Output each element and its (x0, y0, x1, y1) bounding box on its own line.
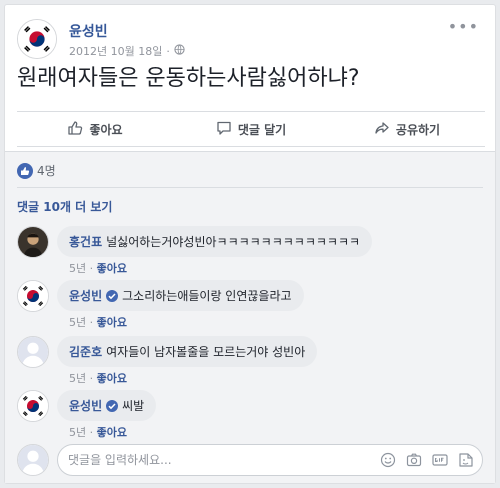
comment-text: 그소리하는애들이랑 인연끊을라고 (122, 289, 292, 303)
verified-icon (106, 400, 119, 412)
footer-separator: · (89, 426, 94, 439)
post-card: 윤성빈 2012년 10월 18일 · ••• 원래여자들은 운동하는사람싫어하… (4, 4, 496, 484)
meta-separator: · (166, 44, 170, 58)
comment-bubble: 윤성빈 그소리하는애들이랑 인연끊을라고 (57, 280, 304, 311)
divider (17, 187, 483, 188)
comment-time[interactable]: 5년 (69, 316, 86, 329)
share-icon (374, 120, 390, 139)
comment-bubble: 김준호 여자들이 남자볼줄을 모르는거야 성빈아 (57, 336, 318, 367)
like-button[interactable]: 좋아요 (17, 112, 173, 146)
footer-separator: · (89, 316, 94, 329)
gif-icon[interactable] (432, 452, 448, 468)
avatar[interactable] (17, 226, 49, 258)
commenter-name[interactable]: 윤성빈 (69, 289, 102, 303)
avatar (17, 444, 49, 476)
commenter-name[interactable]: 윤성빈 (69, 399, 102, 413)
reaction-summary[interactable]: 4명 (17, 162, 56, 179)
footer-separator: · (89, 262, 94, 275)
post-text: 원래여자들은 운동하는사람싫어하냐? (17, 66, 360, 91)
comment-time[interactable]: 5년 (69, 262, 86, 275)
view-more-comments-link[interactable]: 댓글 10개 더 보기 (17, 198, 112, 215)
verified-icon (106, 290, 119, 302)
avatar[interactable] (17, 336, 49, 368)
globe-icon[interactable] (174, 44, 185, 58)
comment-like-link[interactable]: 좋아요 (97, 262, 127, 275)
reaction-count: 4명 (37, 164, 56, 178)
reply-composer (17, 444, 483, 476)
comment-like-link[interactable]: 좋아요 (97, 316, 127, 329)
korean-flag-avatar-image (18, 391, 48, 421)
post-author-name[interactable]: 윤성빈 (69, 21, 108, 41)
default-avatar-image (18, 337, 48, 367)
avatar[interactable] (17, 19, 57, 59)
comment-time[interactable]: 5년 (69, 426, 86, 439)
korean-flag-avatar-image (18, 20, 56, 58)
comment-footer: 5년 · 좋아요 (69, 370, 127, 386)
comment-text: 여자들이 남자볼줄을 모르는거야 성빈아 (106, 345, 306, 359)
avatar[interactable] (17, 280, 49, 312)
comment-button[interactable]: 댓글 달기 (173, 112, 329, 146)
comment-footer: 5년 · 좋아요 (69, 314, 127, 330)
comment-footer: 5년 · 좋아요 (69, 260, 127, 276)
comments-area: 4명 댓글 10개 더 보기 홍건표 널싫어하는거야성빈아ㅋㅋㅋㅋㅋㅋㅋㅋㅋㅋㅋㅋ… (5, 151, 495, 483)
sticker-icon[interactable] (458, 452, 474, 468)
comment-like-link[interactable]: 좋아요 (97, 372, 127, 385)
comment-footer: 5년 · 좋아요 (69, 424, 127, 440)
composer-icons (380, 452, 474, 468)
comment-time[interactable]: 5년 (69, 372, 86, 385)
comment-bubble: 홍건표 널싫어하는거야성빈아ㅋㅋㅋㅋㅋㅋㅋㅋㅋㅋㅋㅋㅋ (57, 226, 373, 257)
comment-label: 댓글 달기 (237, 122, 287, 137)
avatar[interactable] (17, 390, 49, 422)
comment-text: 씨발 (122, 399, 145, 413)
footer-separator: · (89, 372, 94, 385)
commenter-name[interactable]: 홍건표 (69, 235, 102, 249)
camera-icon[interactable] (406, 452, 422, 468)
default-avatar-image (18, 445, 48, 475)
like-label: 좋아요 (89, 122, 123, 137)
comment-icon (216, 120, 232, 139)
comment-text: 널싫어하는거야성빈아ㅋㅋㅋㅋㅋㅋㅋㅋㅋㅋㅋㅋㅋ (106, 235, 361, 249)
commenter-photo-image (18, 227, 48, 257)
like-reaction-icon (17, 162, 33, 179)
like-icon (67, 120, 83, 139)
post-action-bar: 좋아요 댓글 달기 공유하기 (17, 111, 485, 147)
post-header: 윤성빈 2012년 10월 18일 · ••• (17, 15, 485, 59)
more-options-icon[interactable]: ••• (448, 17, 479, 36)
comment-input[interactable] (68, 451, 368, 469)
comment-input-shell (57, 444, 483, 476)
emoji-icon[interactable] (380, 452, 396, 468)
comment-like-link[interactable]: 좋아요 (97, 426, 127, 439)
share-label: 공유하기 (395, 122, 441, 137)
share-button[interactable]: 공유하기 (329, 112, 485, 146)
korean-flag-avatar-image (18, 281, 48, 311)
comment-bubble: 윤성빈 씨발 (57, 390, 157, 421)
commenter-name[interactable]: 김준호 (69, 345, 102, 359)
post-date[interactable]: 2012년 10월 18일 (69, 43, 162, 59)
post-meta: 2012년 10월 18일 · (69, 43, 185, 59)
